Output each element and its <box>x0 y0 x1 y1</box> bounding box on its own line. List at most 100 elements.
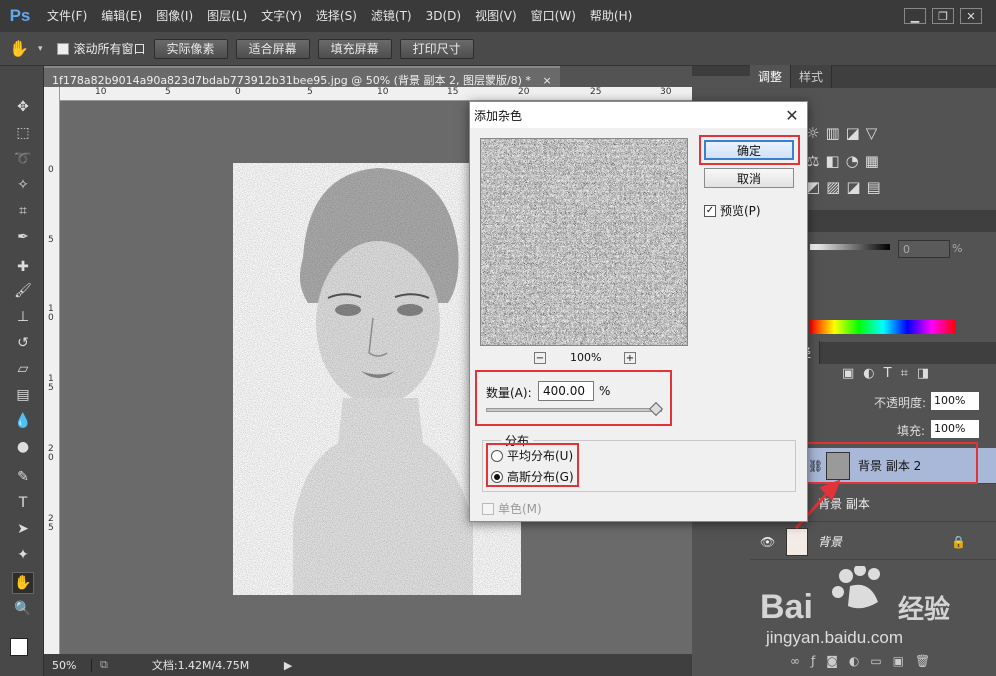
options-bar: ✋ ▾ 滚动所有窗口 实际像素 适合屏幕 填充屏幕 打印尺寸 <box>0 32 996 66</box>
fit-screen-button[interactable]: 适合屏幕 <box>235 38 310 59</box>
monochrome-checkbox[interactable] <box>482 502 494 515</box>
tool-preset-dropdown-icon[interactable]: ▾ <box>38 44 43 54</box>
adjustment-icons-row-2[interactable]: ⚖◧◔▦ <box>806 152 885 170</box>
hand-tool-icon[interactable]: ✋ <box>12 572 34 594</box>
type-tool-icon[interactable]: T <box>12 492 34 514</box>
scroll-all-label: 滚动所有窗口 <box>73 42 146 56</box>
close-window-button[interactable]: ✕ <box>960 8 982 24</box>
uniform-label: 平均分布(U) <box>507 449 574 463</box>
healing-brush-tool-icon[interactable]: ✚ <box>12 256 34 278</box>
layer-thumbnail[interactable] <box>786 527 808 556</box>
color-spectrum[interactable] <box>810 320 956 334</box>
noise-preview-image <box>481 139 687 345</box>
menu-filter[interactable]: 滤镜(T) <box>364 0 419 32</box>
print-size-button[interactable]: 打印尺寸 <box>399 38 474 59</box>
menu-image[interactable]: 图像(I) <box>149 0 200 32</box>
noise-preview[interactable] <box>480 138 688 346</box>
ruler-v-label: 2 0 <box>48 444 54 463</box>
gradient-tool-icon[interactable]: ▤ <box>12 384 34 406</box>
zoom-out-button[interactable]: − <box>534 352 546 364</box>
close-document-icon[interactable]: × <box>542 74 551 87</box>
menu-view[interactable]: 视图(V) <box>468 0 524 32</box>
amount-input[interactable]: 400.00 <box>538 381 594 401</box>
status-expand-icon[interactable]: ▶ <box>276 659 300 672</box>
preview-zoom-level: 100% <box>570 351 602 364</box>
ruler-v-label: 0 <box>48 165 54 175</box>
document-size: 文档:1.42M/4.75M <box>151 659 250 672</box>
minimize-button[interactable]: ▁ <box>904 8 926 24</box>
opacity-field[interactable]: 100% <box>931 392 979 410</box>
vertical-ruler: 0 5 1 0 1 5 2 0 2 5 <box>44 87 60 654</box>
tab-styles[interactable]: 样式 <box>791 65 833 88</box>
gaussian-radio[interactable] <box>491 470 503 483</box>
gaussian-label: 高斯分布(G) <box>507 470 574 484</box>
adjustment-icons-row-3[interactable]: ◩▨◪▤ <box>806 178 887 196</box>
path-selection-tool-icon[interactable]: ➤ <box>12 518 34 540</box>
gray-slider-track[interactable] <box>810 244 890 250</box>
menu-help[interactable]: 帮助(H) <box>583 0 639 32</box>
move-tool-icon[interactable]: ✥ <box>12 96 34 118</box>
uniform-radio[interactable] <box>491 449 503 462</box>
layer-name[interactable]: 背景 副本 <box>818 495 870 512</box>
hand-tool-icon[interactable]: ✋ <box>8 39 30 58</box>
magic-wand-tool-icon[interactable]: ✧ <box>12 174 34 196</box>
blur-tool-icon[interactable]: 💧 <box>12 410 34 432</box>
menu-3d[interactable]: 3D(D) <box>419 0 468 32</box>
restore-button[interactable]: ❐ <box>932 8 954 24</box>
adjustment-icons-row-1[interactable]: ☼▥◪▽ <box>806 124 883 142</box>
shape-tool-icon[interactable]: ✦ <box>12 544 34 566</box>
actual-pixels-button[interactable]: 实际像素 <box>153 38 228 59</box>
monochrome-label: 单色(M) <box>498 502 542 516</box>
lasso-tool-icon[interactable]: ➰ <box>12 148 34 170</box>
fill-field[interactable]: 100% <box>931 420 979 438</box>
ruler-h-label: 5 <box>307 87 313 97</box>
ruler-h-label: 30 <box>660 87 672 97</box>
ruler-h-label: 10 <box>95 87 107 97</box>
visibility-eye-icon[interactable]: 👁 <box>760 535 776 549</box>
tab-adjustments[interactable]: 调整 <box>750 65 792 88</box>
document-tab[interactable]: 1f178a82b9014a90a823d7bdab773912b31bee95… <box>44 66 560 87</box>
eyedropper-tool-icon[interactable]: ✒ <box>12 226 34 248</box>
stamp-tool-icon[interactable]: ⊥ <box>12 306 34 328</box>
zoom-in-button[interactable]: + <box>624 352 636 364</box>
layer-row[interactable]: 👁 背景 🔒 <box>750 524 996 560</box>
dodge-tool-icon[interactable]: ● <box>12 436 34 458</box>
dialog-close-button[interactable]: ✕ <box>777 106 807 125</box>
crop-tool-icon[interactable]: ⌗ <box>12 200 34 222</box>
menu-edit[interactable]: 编辑(E) <box>94 0 149 32</box>
amount-slider-track[interactable] <box>486 408 662 412</box>
lock-icon: 🔒 <box>951 534 966 549</box>
menu-window[interactable]: 窗口(W) <box>524 0 583 32</box>
gaussian-option[interactable]: 高斯分布(G) <box>491 468 574 485</box>
scroll-all-windows-option[interactable]: 滚动所有窗口 <box>56 40 146 57</box>
ruler-h-label: 15 <box>447 87 459 97</box>
menu-layer[interactable]: 图层(L) <box>200 0 254 32</box>
layer-filter-icons[interactable]: ▣◐T⌗◨ <box>842 366 938 381</box>
menu-select[interactable]: 选择(S) <box>309 0 364 32</box>
monochrome-option[interactable]: 单色(M) <box>482 500 542 517</box>
dialog-titlebar[interactable]: 添加杂色 ✕ <box>470 102 807 128</box>
pen-tool-icon[interactable]: ✎ <box>12 466 34 488</box>
layer-name[interactable]: 背景 <box>818 533 842 550</box>
uniform-option[interactable]: 平均分布(U) <box>491 447 573 464</box>
history-brush-tool-icon[interactable]: ↺ <box>12 332 34 354</box>
eraser-tool-icon[interactable]: ▱ <box>12 358 34 380</box>
menu-type[interactable]: 文字(Y) <box>254 0 309 32</box>
zoom-tool-icon[interactable]: 🔍 <box>12 598 34 620</box>
layers-footer-icons[interactable]: ∞ƒ◙◐▭▣🗑 <box>790 654 941 668</box>
marquee-tool-icon[interactable]: ⬚ <box>12 122 34 144</box>
add-noise-dialog: 添加杂色 ✕ − 100% + 确定 取消 ✓ 预览(P) 数量(A): 400… <box>469 101 808 522</box>
foreground-color-swatch[interactable] <box>10 638 28 656</box>
scroll-all-checkbox[interactable] <box>56 42 69 55</box>
ruler-h-label: 10 <box>377 87 389 97</box>
status-menu-icon[interactable]: ⧉ <box>92 658 116 672</box>
cancel-button[interactable]: 取消 <box>704 168 794 188</box>
adjustments-tabs: 调整 样式 <box>750 65 996 88</box>
preview-checkbox[interactable]: ✓ <box>704 204 716 217</box>
preview-option[interactable]: ✓ 预览(P) <box>704 202 761 219</box>
fill-screen-button[interactable]: 填充屏幕 <box>317 38 392 59</box>
zoom-level[interactable]: 50% <box>44 658 92 672</box>
menu-file[interactable]: 文件(F) <box>40 0 94 32</box>
gray-value-field[interactable]: 0 <box>898 240 950 258</box>
brush-tool-icon[interactable]: 🖌 <box>12 280 34 302</box>
